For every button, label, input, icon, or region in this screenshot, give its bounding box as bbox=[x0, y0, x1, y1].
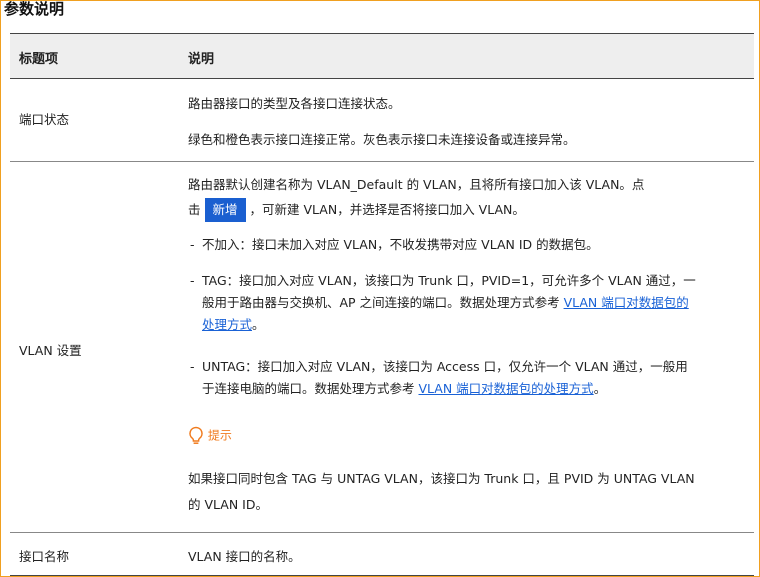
tip-label: 提示 bbox=[188, 426, 232, 446]
row-desc-line: 绿色和橙色表示接口连接正常。灰色表示接口未连接设备或连接异常。 bbox=[188, 132, 576, 147]
table-row-vlan-settings: VLAN 设置 路由器默认创建名称为 VLAN_Default 的 VLAN，且… bbox=[10, 162, 754, 533]
bullet-text: 处理方式。 bbox=[202, 314, 750, 336]
param-table: 标题项 说明 端口状态 路由器接口的类型及各接口连接状态。 绿色和橙色表示接口连… bbox=[10, 33, 754, 576]
bullet-text-part: 般用于路由器与交换机、AP 之间连接的端口。数据处理方式参考 bbox=[202, 295, 560, 310]
row-desc-line: 路由器接口的类型及各接口连接状态。 bbox=[188, 96, 401, 111]
tip-text-line1: 如果接口同时包含 TAG 与 UNTAG VLAN，该接口为 Trunk 口，且… bbox=[188, 471, 695, 486]
bullet-text: 不加入：接口未加入对应 VLAN，不收发携带对应 VLAN ID 的数据包。 bbox=[202, 237, 599, 252]
vlan-packet-handling-link-2[interactable]: VLAN 端口对数据包的处理方式 bbox=[419, 381, 594, 396]
add-button[interactable]: 新增 bbox=[204, 198, 246, 222]
bullet-text: 于连接电脑的端口。数据处理方式参考 VLAN 端口对数据包的处理方式。 bbox=[202, 378, 750, 400]
header-description: 说明 bbox=[188, 52, 215, 67]
bullet-end: 。 bbox=[593, 381, 607, 396]
bullet-dash: - bbox=[190, 273, 195, 288]
bullet-untag: - UNTAG：接口加入对应 VLAN，该接口为 Access 口，仅允许一个 … bbox=[190, 356, 750, 400]
vlan-intro-line1: 路由器默认创建名称为 VLAN_Default 的 VLAN，且将所有接口加入该… bbox=[188, 177, 645, 192]
table-row-port-status: 端口状态 路由器接口的类型及各接口连接状态。 绿色和橙色表示接口连接正常。灰色表… bbox=[10, 79, 754, 162]
tip-label-text: 提示 bbox=[207, 428, 232, 443]
bullet-no-join: - 不加入：接口未加入对应 VLAN，不收发携带对应 VLAN ID 的数据包。 bbox=[190, 234, 750, 256]
section-heading: 参数说明 bbox=[4, 0, 65, 18]
lightbulb-icon bbox=[188, 426, 208, 444]
table-header: 标题项 说明 bbox=[10, 33, 754, 79]
bullet-tag: - TAG：接口加入对应 VLAN，该接口为 Trunk 口，PVID=1，可允… bbox=[190, 270, 750, 336]
bullet-text-part: 于连接电脑的端口。数据处理方式参考 bbox=[202, 381, 415, 396]
bullet-text: TAG：接口加入对应 VLAN，该接口为 Trunk 口，PVID=1，可允许多… bbox=[202, 273, 696, 288]
row-desc-line: VLAN 接口的名称。 bbox=[188, 549, 301, 564]
vlan-packet-handling-link[interactable]: VLAN 端口对数据包的 bbox=[564, 295, 689, 310]
row-label: 端口状态 bbox=[19, 112, 70, 127]
vlan-packet-handling-link-cont[interactable]: 处理方式 bbox=[202, 317, 252, 332]
bullet-text: UNTAG：接口加入对应 VLAN，该接口为 Access 口，仅允许一个 VL… bbox=[202, 359, 688, 374]
vlan-intro-prefix: 击 bbox=[188, 202, 201, 217]
row-label: VLAN 设置 bbox=[19, 343, 82, 358]
tip-text-line2: 的 VLAN ID。 bbox=[188, 497, 268, 512]
bullet-dash: - bbox=[190, 359, 195, 374]
bullet-dash: - bbox=[190, 237, 195, 252]
table-row-interface-name: 接口名称 VLAN 接口的名称。 bbox=[10, 533, 754, 576]
vlan-intro-suffix: ，可新建 VLAN，并选择是否将接口加入 VLAN。 bbox=[249, 202, 525, 217]
row-label: 接口名称 bbox=[19, 549, 70, 564]
header-title-item: 标题项 bbox=[19, 52, 59, 67]
bullet-end: 。 bbox=[252, 317, 265, 332]
vlan-intro-line2: 击新增 ，可新建 VLAN，并选择是否将接口加入 VLAN。 bbox=[188, 198, 525, 222]
bullet-text: 般用于路由器与交换机、AP 之间连接的端口。数据处理方式参考 VLAN 端口对数… bbox=[202, 292, 750, 314]
